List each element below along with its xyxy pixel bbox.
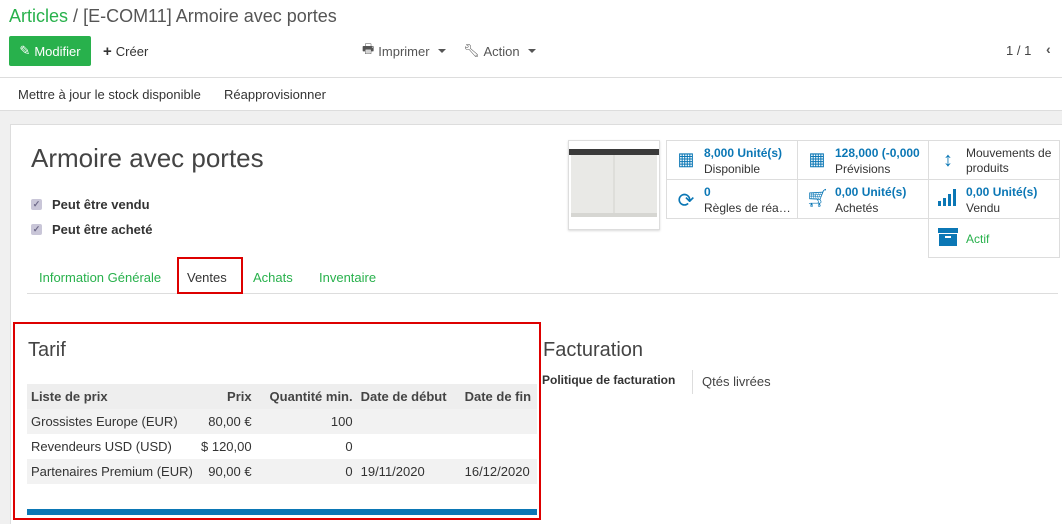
stat-value: 128,000 (-0,000 <box>835 146 920 160</box>
cabinet-image <box>569 149 659 217</box>
cart-icon: 🛒︎ <box>806 188 829 208</box>
column-header[interactable]: Date de fin <box>460 384 537 409</box>
update-stock-button[interactable]: Mettre à jour le stock disponible <box>18 87 201 102</box>
stat-label: Achetés <box>835 201 879 215</box>
stat-value: 0,00 Unité(s) <box>835 185 907 199</box>
cell-price: 80,00 € <box>197 409 256 434</box>
create-button[interactable]: + Créer <box>103 36 148 66</box>
action-bar: Mettre à jour le stock disponible Réappr… <box>0 77 1062 111</box>
invoice-policy-value[interactable]: Qtés livrées <box>702 374 771 389</box>
column-header[interactable]: Liste de prix <box>27 384 197 409</box>
can-be-sold-checkbox[interactable]: ✓ Peut être vendu <box>31 197 150 212</box>
stat-label: Règles de réa… <box>704 201 791 215</box>
pager-value[interactable]: 1 / 1 <box>1006 43 1031 58</box>
signal-icon <box>937 188 959 211</box>
table-row[interactable]: Grossistes Europe (EUR) 80,00 € 100 <box>27 409 537 434</box>
control-panel: Articles / [E-COM11] Armoire avec portes… <box>0 0 1062 77</box>
chevron-down-icon <box>437 49 446 53</box>
stat-sold[interactable]: 0,00 Unité(s) Vendu <box>928 179 1060 219</box>
stat-reorder-rules[interactable]: ⟳ 0 Règles de réa… <box>666 179 798 219</box>
breadcrumb-separator: / <box>73 6 79 26</box>
cell-end-date <box>460 409 537 434</box>
column-header[interactable]: Prix <box>197 384 256 409</box>
edit-button-label: Modifier <box>34 43 81 59</box>
building-icon: ▦ <box>808 149 826 169</box>
edit-button[interactable]: ✎ Modifier <box>9 36 91 66</box>
tab-inventory[interactable]: Inventaire <box>319 270 376 285</box>
stat-forecast[interactable]: ▦ 128,000 (-0,000 Prévisions <box>797 140 929 180</box>
stat-available[interactable]: ▦ 8,000 Unité(s) Disponible <box>666 140 798 180</box>
product-name: Armoire avec portes <box>31 143 264 173</box>
smart-buttons: ▦ 8,000 Unité(s) Disponible ▦ 128,000 (-… <box>666 140 1060 258</box>
breadcrumb-articles-link[interactable]: Articles <box>9 6 68 26</box>
divider <box>692 370 693 394</box>
cell-pricelist: Revendeurs USD (USD) <box>31 439 172 454</box>
column-header[interactable]: Date de début <box>356 384 461 409</box>
tarif-title: Tarif <box>28 339 66 361</box>
stat-label: Vendu <box>966 201 1001 215</box>
stat-purchased[interactable]: 🛒︎ 0,00 Unité(s) Achetés <box>797 179 929 219</box>
stat-label: Prévisions <box>835 162 891 176</box>
pencil-icon: ✎ <box>19 43 31 58</box>
breadcrumb-current: [E-COM11] Armoire avec portes <box>83 6 337 26</box>
printer-icon: 🖶 <box>362 41 375 56</box>
cell-min-qty: 0 <box>255 459 357 484</box>
building-icon: ▦ <box>677 149 695 169</box>
breadcrumb: Articles / [E-COM11] Armoire avec portes <box>9 6 337 27</box>
cell-min-qty: 100 <box>255 409 357 434</box>
action-dropdown-label: Action <box>483 43 520 59</box>
stat-label: Mouvements de produits <box>966 146 1052 175</box>
table-header-row: Liste de prix Prix Quantité min. Date de… <box>27 384 537 409</box>
checkbox-checked-icon: ✓ <box>31 224 42 235</box>
cell-start-date <box>357 434 461 459</box>
stat-active-toggle[interactable]: Actif <box>928 218 1060 258</box>
stat-label: Actif <box>966 232 990 246</box>
chevron-left-icon[interactable]: ‹ <box>1046 41 1051 57</box>
checkbox-checked-icon: ✓ <box>31 199 42 210</box>
archive-icon <box>937 227 959 252</box>
highlight-box-tab <box>177 257 243 294</box>
can-be-purchased-checkbox[interactable]: ✓ Peut être acheté <box>31 222 152 237</box>
replenish-button[interactable]: Réapprovisionner <box>224 87 326 102</box>
cell-price: 90,00 € <box>197 459 256 484</box>
cell-pricelist: Partenaires Premium (EUR) <box>27 459 197 484</box>
table-row[interactable]: Partenaires Premium (EUR) 90,00 € 0 19/1… <box>27 459 537 484</box>
pricelist-table: Liste de prix Prix Quantité min. Date de… <box>27 384 537 484</box>
cell-start-date: 19/11/2020 <box>356 459 461 484</box>
facturation-title: Facturation <box>543 339 644 361</box>
invoice-policy-label: Politique de facturation <box>542 373 676 387</box>
horizontal-scrollbar[interactable] <box>27 509 537 515</box>
action-dropdown[interactable]: 🔧︎ Action <box>463 36 536 66</box>
cell-start-date <box>356 409 461 434</box>
table-row[interactable]: Revendeurs USD (USD) $ 120,00 0 <box>27 434 537 459</box>
stat-value: 8,000 Unité(s) <box>704 146 783 160</box>
tab-general-info[interactable]: Information Générale <box>39 270 161 285</box>
cell-end-date <box>461 434 537 459</box>
print-dropdown-label: Imprimer <box>378 43 430 59</box>
cell-min-qty: 0 <box>345 439 353 454</box>
can-be-purchased-label: Peut être acheté <box>52 222 153 237</box>
stat-product-moves[interactable]: ↕ Mouvements de produits <box>928 140 1060 180</box>
chevron-down-icon <box>527 49 536 53</box>
up-down-arrow-icon: ↕ <box>943 149 953 171</box>
plus-icon: + <box>103 42 112 60</box>
stat-value: 0,00 Unité(s) <box>966 185 1038 199</box>
cell-end-date: 16/12/2020 <box>460 459 537 484</box>
stat-value: 0 <box>704 185 711 199</box>
refresh-icon: ⟳ <box>677 190 695 212</box>
column-header[interactable]: Quantité min. <box>255 384 357 409</box>
print-dropdown[interactable]: 🖶 Imprimer <box>362 36 446 66</box>
product-image[interactable] <box>568 140 660 230</box>
cell-pricelist: Grossistes Europe (EUR) <box>27 409 197 434</box>
cell-price: $ 120,00 <box>201 439 252 454</box>
create-button-label: Créer <box>115 43 149 59</box>
stat-label: Disponible <box>704 162 761 176</box>
tab-purchase[interactable]: Achats <box>253 270 293 285</box>
wrench-icon: 🔧︎ <box>463 43 480 58</box>
can-be-sold-label: Peut être vendu <box>52 197 150 212</box>
